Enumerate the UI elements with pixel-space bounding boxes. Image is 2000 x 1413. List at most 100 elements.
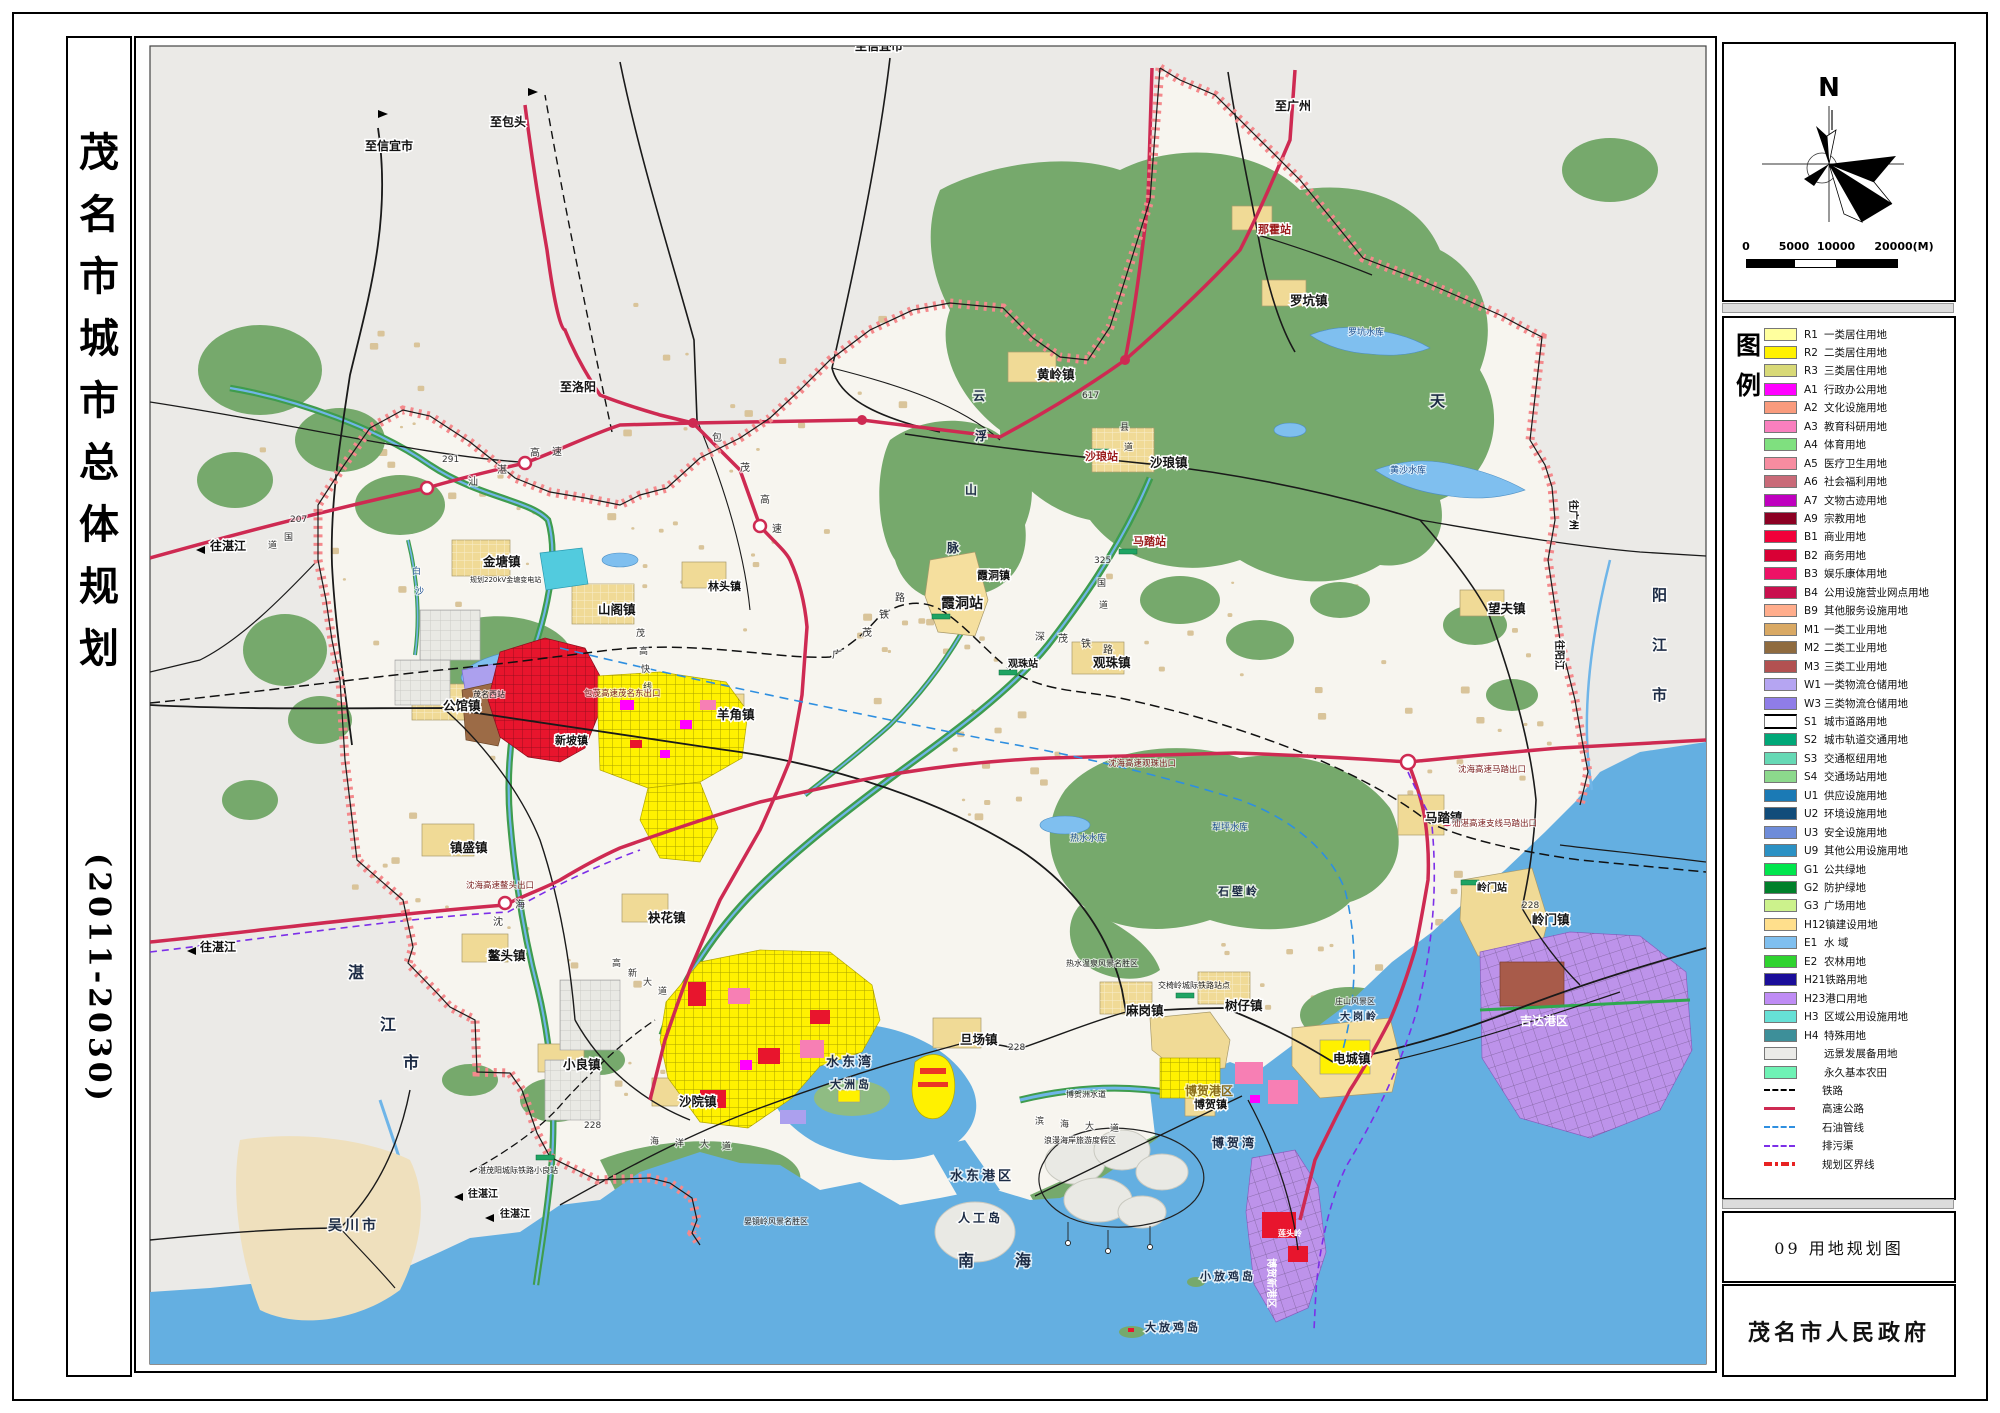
legend-swatch	[1764, 1010, 1797, 1023]
map-label: 道	[1099, 599, 1108, 611]
map-label: 湛茂阳城际铁路小良站	[478, 1165, 558, 1175]
legend-swatch	[1764, 364, 1797, 377]
legend-swatch	[1764, 1122, 1795, 1133]
map-label: 道	[722, 1140, 731, 1152]
legend-swatch	[1764, 457, 1797, 470]
legend-swatch	[1764, 1066, 1797, 1079]
map-label: 茂	[862, 626, 872, 639]
legend-label: A3教育科研用地	[1804, 419, 1887, 434]
map-label: 沙院镇	[679, 1094, 717, 1109]
legend-label: M1一类工业用地	[1804, 622, 1887, 637]
map-label: 海	[1015, 1251, 1034, 1270]
legend-item: A6社会福利用地	[1764, 474, 1887, 490]
legend-swatch	[1764, 863, 1797, 876]
legend-item: S2城市轨道交通用地	[1764, 732, 1908, 748]
legend-label: A9宗教用地	[1804, 511, 1866, 526]
map-label: 霞洞站	[941, 595, 983, 612]
map-label: 浪漫海岸旅游度假区	[1044, 1135, 1116, 1145]
map-label: 县	[1120, 422, 1129, 433]
legend-item: B9其他服务设施用地	[1764, 603, 1908, 619]
title-char: 体	[68, 505, 130, 545]
map-label: 天	[1430, 392, 1448, 410]
map-label: 博贺新港区	[1265, 1258, 1278, 1308]
title-char: 市	[68, 257, 130, 297]
legend-label: B1商业用地	[1804, 529, 1866, 544]
legend-item: S4交通场站用地	[1764, 769, 1887, 785]
legend-item: 石油管线	[1764, 1119, 1864, 1135]
legend-item: W3三类物流仓储用地	[1764, 695, 1908, 711]
map-label: 南	[958, 1251, 977, 1270]
map-label: 林头镇	[708, 579, 741, 593]
map-label: 小良镇	[562, 1057, 601, 1072]
map-label: 铁	[1081, 637, 1091, 650]
map-label: 那霍站	[1258, 222, 1291, 236]
map-label: 汕	[468, 476, 478, 488]
title-char: 名	[68, 195, 130, 235]
map-label: 228	[1522, 901, 1539, 911]
legend-swatch	[1764, 475, 1797, 488]
plan-sheet: 茂 名 市 城 市 总 体 规 划 (2011-2030)	[0, 0, 2000, 1413]
legend-label: M2二类工业用地	[1804, 640, 1887, 655]
legend-label: A1行政办公用地	[1804, 382, 1887, 397]
legend-item: U1供应设施用地	[1764, 787, 1887, 803]
legend-swatch	[1764, 807, 1797, 820]
legend-swatch	[1764, 420, 1797, 433]
legend-swatch	[1764, 678, 1797, 691]
map-label: 沈海高速鳌头出口	[466, 880, 534, 891]
map-label: 速	[552, 446, 562, 458]
scale-tick: 0	[1742, 240, 1750, 253]
legend-swatch	[1764, 660, 1797, 673]
map-label: 羊角镇	[717, 707, 755, 722]
map-label: 高	[639, 645, 648, 657]
north-scale-box: N 0 5000 10000 20000(M)	[1722, 42, 1956, 302]
legend-label: S4交通场站用地	[1804, 769, 1887, 784]
map-label: 228	[584, 1121, 601, 1131]
map-label: 莲头岭	[1278, 1228, 1302, 1238]
legend-swatch	[1764, 1047, 1797, 1060]
map-label: 路	[1103, 643, 1113, 656]
legend-swatch	[1764, 1085, 1795, 1096]
map-label: 茂	[740, 461, 750, 474]
map-label: 汕湛高速支线马踏出口	[1452, 818, 1537, 829]
legend-item: M2二类工业用地	[1764, 640, 1887, 656]
map-label: 霞洞镇	[977, 568, 1010, 582]
legend-swatch	[1764, 623, 1797, 636]
legend-swatch	[1764, 512, 1797, 525]
map-label: 铁	[879, 608, 889, 621]
legend-swatch	[1764, 567, 1797, 580]
legend-swatch	[1764, 826, 1797, 839]
panel-separator	[1722, 1199, 1954, 1209]
legend-item: G1公共绿地	[1764, 861, 1866, 877]
legend-swatch	[1764, 494, 1797, 507]
legend-label: A4体育用地	[1804, 437, 1866, 452]
map-label: 公馆镇	[443, 698, 481, 713]
map-label: 市	[1652, 686, 1670, 704]
legend-swatch	[1764, 438, 1797, 451]
map-label: 博贺洲水道	[1066, 1089, 1106, 1099]
map-label: 吉达港区	[1520, 1013, 1568, 1028]
legend-item: S1城市道路用地	[1764, 713, 1887, 729]
map-label: 茂	[1058, 632, 1068, 645]
map-label: 广	[832, 649, 842, 661]
map-label: 沙	[415, 586, 424, 597]
legend-label: 铁路	[1802, 1083, 1843, 1098]
map-number-box: 09 用地规划图	[1722, 1211, 1956, 1283]
map-label: 海	[1060, 1118, 1069, 1130]
map-label: 深	[1035, 631, 1045, 643]
legend-item: 排污渠	[1764, 1138, 1854, 1154]
map-label: 大	[700, 1138, 709, 1150]
legend-label: M3三类工业用地	[1804, 659, 1887, 674]
legend-label: U3安全设施用地	[1804, 825, 1887, 840]
map-label: 博贺镇	[1194, 1097, 1227, 1111]
legend-label: R2二类居住用地	[1804, 345, 1887, 360]
map-label: 沈	[493, 915, 503, 928]
legend-label: A6社会福利用地	[1804, 474, 1887, 489]
map-label: 大	[1085, 1120, 1094, 1132]
map-label: 往广州	[1567, 500, 1580, 530]
map-label: 袂花镇	[648, 910, 686, 925]
map-label: 江	[1652, 636, 1670, 654]
legend-item: A9宗教用地	[1764, 511, 1866, 527]
map-label: 沈海高速观珠出口	[1108, 758, 1176, 769]
map-label: 晏镜岭风景名胜区	[744, 1216, 808, 1226]
legend-item: R1一类居住用地	[1764, 326, 1887, 342]
